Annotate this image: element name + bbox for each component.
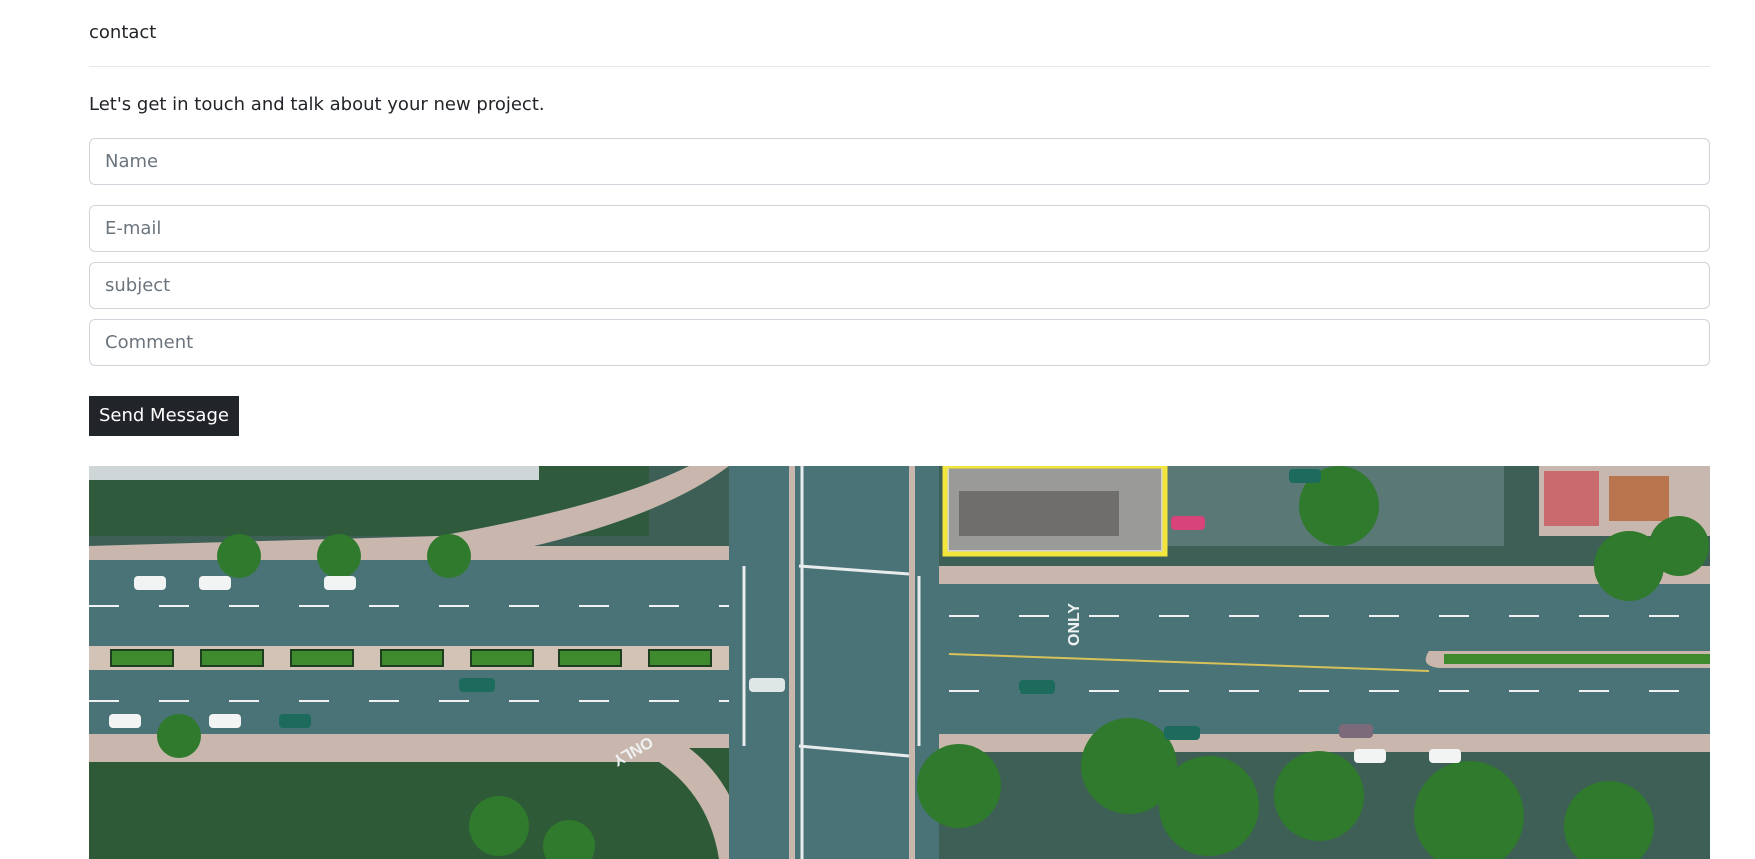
section-title: contact	[89, 22, 157, 43]
aerial-intersection-image: ONLY ONLY	[89, 466, 1710, 859]
email-input[interactable]	[89, 205, 1710, 252]
name-input[interactable]	[89, 138, 1710, 185]
divider	[89, 66, 1710, 67]
intro-text: Let's get in touch and talk about your n…	[89, 94, 545, 115]
subject-input[interactable]	[89, 262, 1710, 309]
send-message-button[interactable]: Send Message	[89, 396, 239, 436]
comment-input[interactable]	[89, 319, 1710, 366]
road-marking-right: ONLY	[1066, 603, 1083, 646]
